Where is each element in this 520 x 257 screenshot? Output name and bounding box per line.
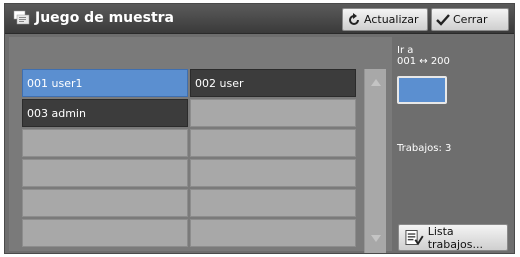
sample-set-icon	[13, 10, 30, 25]
goto-label-line1: Ir a	[397, 45, 414, 56]
checkmark-icon	[436, 13, 450, 26]
scrollbar[interactable]	[364, 69, 386, 253]
refresh-label: Actualizar	[364, 13, 419, 26]
header-bar: Juego de muestra Actualizar Cerrar	[5, 4, 514, 34]
empty-cell[interactable]	[22, 189, 188, 217]
user-list-panel: 001 user1 002 user 003 admin	[9, 37, 392, 253]
window: Juego de muestra Actualizar Cerrar 001 u…	[4, 3, 515, 254]
page-title: Juego de muestra	[35, 10, 175, 26]
empty-cell[interactable]	[190, 99, 356, 127]
scroll-up-icon[interactable]	[371, 79, 381, 86]
empty-cell[interactable]	[22, 219, 188, 247]
user-cell[interactable]: 001 user1	[22, 69, 188, 97]
refresh-button[interactable]: Actualizar	[342, 8, 428, 31]
job-list-label: Lista trabajos...	[427, 224, 484, 251]
empty-cell[interactable]	[190, 189, 356, 217]
goto-button[interactable]	[397, 76, 447, 104]
user-cell[interactable]: 002 user	[190, 69, 356, 97]
user-cell[interactable]: 003 admin	[22, 99, 188, 127]
empty-cell[interactable]	[22, 159, 188, 187]
goto-label: Ir a 001 ↔ 200	[397, 45, 450, 67]
empty-cell[interactable]	[190, 219, 356, 247]
empty-cell[interactable]	[190, 129, 356, 157]
refresh-icon	[349, 12, 359, 25]
jobs-count: Trabajos: 3	[397, 143, 452, 154]
job-list-icon	[405, 229, 424, 245]
close-button[interactable]: Cerrar	[431, 8, 509, 31]
goto-range: 001 ↔ 200	[397, 56, 450, 67]
empty-cell[interactable]	[22, 129, 188, 157]
empty-cell[interactable]	[190, 159, 356, 187]
close-label: Cerrar	[453, 13, 488, 26]
job-list-button[interactable]: Lista trabajos...	[398, 224, 508, 251]
side-panel: Ir a 001 ↔ 200 Trabajos: 3 Lista trabajo…	[395, 37, 513, 251]
scroll-down-icon[interactable]	[371, 235, 381, 242]
